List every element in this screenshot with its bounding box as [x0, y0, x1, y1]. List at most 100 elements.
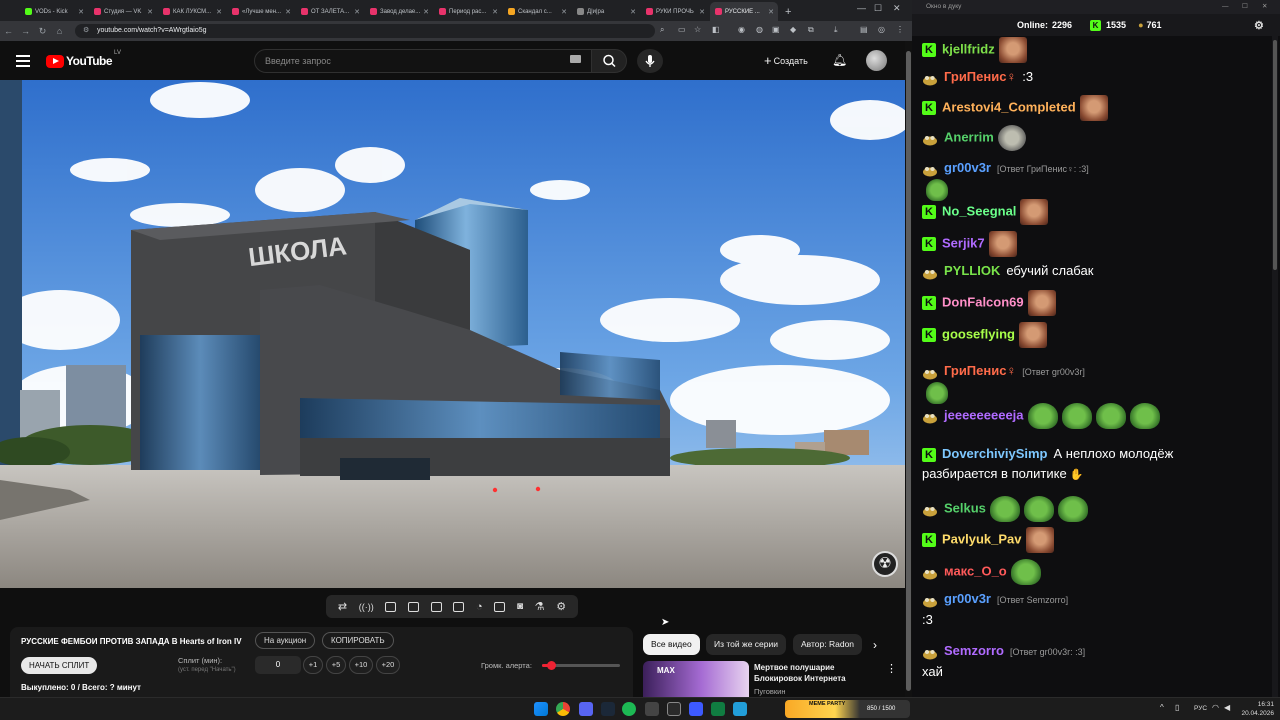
chat-username[interactable]: jeeeeeeeeeja	[944, 407, 1024, 422]
chat-username[interactable]: Arestovi4_Completed	[942, 99, 1076, 114]
close-tab-icon[interactable]: ✕	[354, 8, 360, 16]
start-split-button[interactable]: НАЧАТЬ СПЛИТ	[21, 657, 98, 674]
close-tab-icon[interactable]: ✕	[147, 8, 153, 16]
chat-username[interactable]: ГриПенис♀	[944, 69, 1016, 84]
chat-username[interactable]: ГриПенис♀	[944, 363, 1016, 378]
settings-gear-icon[interactable]: ⚙	[556, 600, 566, 613]
more-options-icon[interactable]: ⋮	[886, 662, 897, 675]
forward-icon[interactable]: →	[17, 26, 34, 36]
close-tab-icon[interactable]: ✕	[423, 8, 429, 16]
picture-in-picture-icon[interactable]	[430, 601, 442, 612]
back-icon[interactable]: ←	[0, 26, 17, 36]
extension-icon[interactable]: ▣	[772, 25, 780, 34]
site-info-icon[interactable]: ⚙	[83, 24, 89, 38]
voice-search-button[interactable]	[637, 49, 663, 73]
chrome-icon[interactable]	[556, 702, 570, 716]
new-tab-icon[interactable]: +	[779, 6, 797, 21]
account-avatar[interactable]	[866, 50, 887, 71]
cast-icon[interactable]: ▭	[678, 25, 686, 34]
steam-icon[interactable]	[601, 702, 615, 716]
chip-same-series[interactable]: Из той же серии	[706, 634, 786, 655]
minimize-icon[interactable]: —	[857, 3, 866, 13]
add-10-button[interactable]: +10	[349, 656, 373, 674]
download-icon[interactable]: ⤓	[834, 25, 838, 35]
chip-all-videos[interactable]: Все видео	[643, 634, 700, 655]
audio-wave-icon[interactable]: ((·))	[359, 602, 374, 612]
recommendation-title[interactable]: Мертвое полушарие Блокировок Интернета	[754, 662, 884, 684]
youtube-logo[interactable]: YouTube LV	[46, 50, 121, 68]
close-window-icon[interactable]: ✕	[1262, 0, 1267, 14]
alert-volume-knob[interactable]	[547, 661, 557, 670]
chevron-right-icon[interactable]: ›	[873, 638, 877, 652]
settings-gear-icon[interactable]: ⚙	[1254, 19, 1264, 32]
chat-username[interactable]: Semzorro	[944, 643, 1004, 658]
search-button[interactable]	[591, 49, 627, 73]
app-icon[interactable]	[645, 702, 659, 716]
chat-username[interactable]: Pavlyuk_Pav	[942, 531, 1022, 546]
speedometer-icon[interactable]: ◔	[476, 601, 483, 613]
add-5-button[interactable]: +5	[326, 656, 346, 674]
discord-icon[interactable]	[579, 702, 593, 716]
close-tab-icon[interactable]: ✕	[492, 8, 498, 16]
close-tab-icon[interactable]: ✕	[768, 8, 774, 16]
hamburger-menu-icon[interactable]	[16, 55, 30, 67]
browser-tab[interactable]: ОТ ЗАЛЕТА... ✕	[296, 2, 364, 21]
network-icon[interactable]: ▯	[1175, 703, 1179, 712]
to-auction-button[interactable]: На аукцион	[255, 632, 316, 649]
create-button[interactable]: + Создать	[756, 50, 816, 72]
app-icon[interactable]	[711, 702, 725, 716]
chat-username[interactable]: Selkus	[944, 500, 986, 515]
close-tab-icon[interactable]: ✕	[630, 8, 636, 16]
browser-tab[interactable]: РУКИ ПРОЧЬ ✕	[641, 2, 709, 21]
flask-icon[interactable]: ⚗	[535, 600, 545, 613]
recommendation-thumbnail[interactable]: MAX	[643, 661, 749, 697]
chat-username[interactable]: Anerrim	[944, 129, 994, 144]
recommendation-channel[interactable]: Пуговкин	[754, 687, 785, 696]
notifications-bell-icon[interactable]: 🔔︎	[832, 53, 847, 67]
chat-username[interactable]: Serjik7	[942, 235, 985, 250]
chat-username[interactable]: kjellfridz	[942, 41, 995, 56]
home-icon[interactable]: ⌂	[51, 26, 68, 36]
system-clock[interactable]: 16:31 20.04.2026	[1241, 700, 1274, 718]
camera-icon[interactable]: ◙	[517, 601, 523, 612]
filmstrip-icon[interactable]	[453, 601, 465, 612]
browser-tab[interactable]: КАК ЛУКСМ... ✕	[158, 2, 226, 21]
alert-volume-slider[interactable]	[542, 661, 620, 670]
video-player[interactable]: ШКОЛА	[0, 80, 905, 588]
close-window-icon[interactable]: ✕	[893, 3, 901, 14]
extension-icon[interactable]: ◉	[738, 25, 745, 34]
meme-party-widget[interactable]: MEME PARTY 850 / 1500	[785, 700, 910, 718]
close-tab-icon[interactable]: ✕	[561, 8, 567, 16]
volume-icon[interactable]: ◀	[1224, 703, 1230, 712]
extensions-puzzle-icon[interactable]: ⧉	[808, 25, 814, 35]
chat-username[interactable]: DonFalcon69	[942, 294, 1024, 309]
chat-username[interactable]: PYLLIOK	[944, 263, 1000, 278]
browser-tab[interactable]: «Лучше мен... ✕	[227, 2, 295, 21]
maximize-icon[interactable]: ☐	[874, 3, 882, 14]
reload-icon[interactable]: ↻	[34, 26, 51, 37]
spotify-icon[interactable]	[622, 702, 636, 716]
browser-tab[interactable]: VODs - Kick ✕	[20, 2, 88, 21]
start-icon[interactable]	[534, 702, 548, 716]
chat-username[interactable]: No_Seegnal	[942, 203, 1016, 218]
scrollbar-thumb[interactable]	[1273, 40, 1277, 270]
keyboard-icon[interactable]	[570, 55, 581, 63]
radioactive-icon[interactable]: ☢	[872, 551, 898, 577]
media-player-icon[interactable]	[689, 702, 703, 716]
close-tab-icon[interactable]: ✕	[78, 8, 84, 16]
sidepanel-icon[interactable]: ▤	[860, 25, 868, 34]
zoom-icon[interactable]: ⌕	[660, 25, 664, 35]
split-minutes-input[interactable]: 0	[255, 656, 301, 674]
input-language[interactable]: РУС	[1194, 705, 1207, 712]
extension-icon[interactable]: ◆	[790, 25, 796, 34]
browser-tab[interactable]: Д|и|ра ✕	[572, 2, 640, 21]
maximize-icon[interactable]: ☐	[1242, 0, 1248, 14]
close-tab-icon[interactable]: ✕	[285, 8, 291, 16]
chat-username[interactable]: gooseflying	[942, 326, 1015, 341]
chat-username[interactable]: gr00v3r	[944, 160, 991, 175]
repeat-icon[interactable]: ⇄	[338, 600, 347, 613]
chat-username[interactable]: gr00v3r	[944, 591, 991, 606]
browser-tab[interactable]: Студия — VK ✕	[89, 2, 157, 21]
add-20-button[interactable]: +20	[376, 656, 400, 674]
browser-tab[interactable]: Период рас... ✕	[434, 2, 502, 21]
